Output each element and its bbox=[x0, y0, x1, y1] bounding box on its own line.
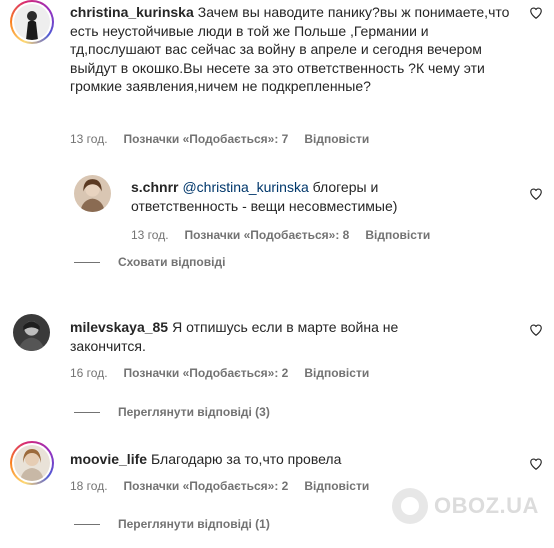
comment-time[interactable]: 16 год. bbox=[70, 366, 108, 380]
likes-count[interactable]: Позначки «Подобається»: 7 bbox=[124, 132, 289, 146]
view-replies-button[interactable]: Переглянути відповіді (3) bbox=[74, 405, 270, 419]
watermark-text: OBOZ.UA bbox=[434, 493, 539, 518]
divider-line bbox=[74, 261, 100, 263]
comment-body: milevskaya_85 Я отпишусь если в марте вой… bbox=[70, 318, 460, 355]
avatar[interactable] bbox=[10, 441, 54, 485]
comment-time[interactable]: 18 год. bbox=[70, 479, 108, 493]
comment-meta: 16 год. Позначки «Подобається»: 2 Відпов… bbox=[70, 366, 369, 380]
comment-username[interactable]: milevskaya_85 bbox=[70, 319, 168, 335]
avatar-image bbox=[13, 314, 50, 351]
likes-count[interactable]: Позначки «Подобається»: 8 bbox=[185, 228, 350, 242]
likes-count[interactable]: Позначки «Подобається»: 2 bbox=[124, 366, 289, 380]
likes-count[interactable]: Позначки «Подобається»: 2 bbox=[124, 479, 289, 493]
like-icon[interactable] bbox=[529, 6, 543, 20]
reply-body: s.chnrr @christina_kurinska блогеры и отв… bbox=[131, 178, 431, 215]
comment-body: moovie_life Благодарю за то,что провела bbox=[70, 450, 510, 469]
watermark: OBOZ.UA bbox=[392, 488, 539, 524]
comment-time[interactable]: 13 год. bbox=[70, 132, 108, 146]
view-replies-label: Переглянути відповіді (3) bbox=[118, 405, 270, 419]
avatar[interactable] bbox=[13, 314, 50, 351]
comment-text: Благодарю за то,что провела bbox=[151, 451, 342, 467]
hide-replies-label: Сховати відповіді bbox=[118, 255, 226, 269]
avatar-image bbox=[74, 175, 111, 212]
comment-body: christina_kurinska Зачем вы наводите пани… bbox=[70, 3, 510, 96]
reply-button[interactable]: Відповісти bbox=[304, 132, 369, 146]
comment-meta: 13 год. Позначки «Подобається»: 7 Відпов… bbox=[70, 132, 369, 146]
like-icon[interactable] bbox=[529, 323, 543, 337]
avatar[interactable] bbox=[10, 0, 54, 44]
reply-time[interactable]: 13 год. bbox=[131, 228, 169, 242]
reply-mention[interactable]: @christina_kurinska bbox=[182, 179, 308, 195]
comment-username[interactable]: christina_kurinska bbox=[70, 4, 194, 20]
avatar-image bbox=[14, 4, 50, 40]
reply-button[interactable]: Відповісти bbox=[304, 366, 369, 380]
hide-replies-button[interactable]: Сховати відповіді bbox=[74, 255, 225, 269]
comment-username[interactable]: moovie_life bbox=[70, 451, 147, 467]
like-icon[interactable] bbox=[529, 457, 543, 471]
view-replies-label: Переглянути відповіді (1) bbox=[118, 517, 270, 531]
divider-line bbox=[74, 523, 100, 525]
reply-button[interactable]: Відповісти bbox=[365, 228, 430, 242]
avatar[interactable] bbox=[74, 175, 111, 212]
reply-username[interactable]: s.chnrr bbox=[131, 179, 178, 195]
view-replies-button[interactable]: Переглянути відповіді (1) bbox=[74, 517, 270, 531]
avatar-image bbox=[14, 445, 50, 481]
like-icon[interactable] bbox=[529, 187, 543, 201]
reply-button[interactable]: Відповісти bbox=[304, 479, 369, 493]
watermark-logo-icon bbox=[392, 488, 428, 524]
comment-meta: 18 год. Позначки «Подобається»: 2 Відпов… bbox=[70, 479, 369, 493]
reply-meta: 13 год. Позначки «Подобається»: 8 Відпов… bbox=[131, 228, 430, 242]
divider-line bbox=[74, 411, 100, 413]
